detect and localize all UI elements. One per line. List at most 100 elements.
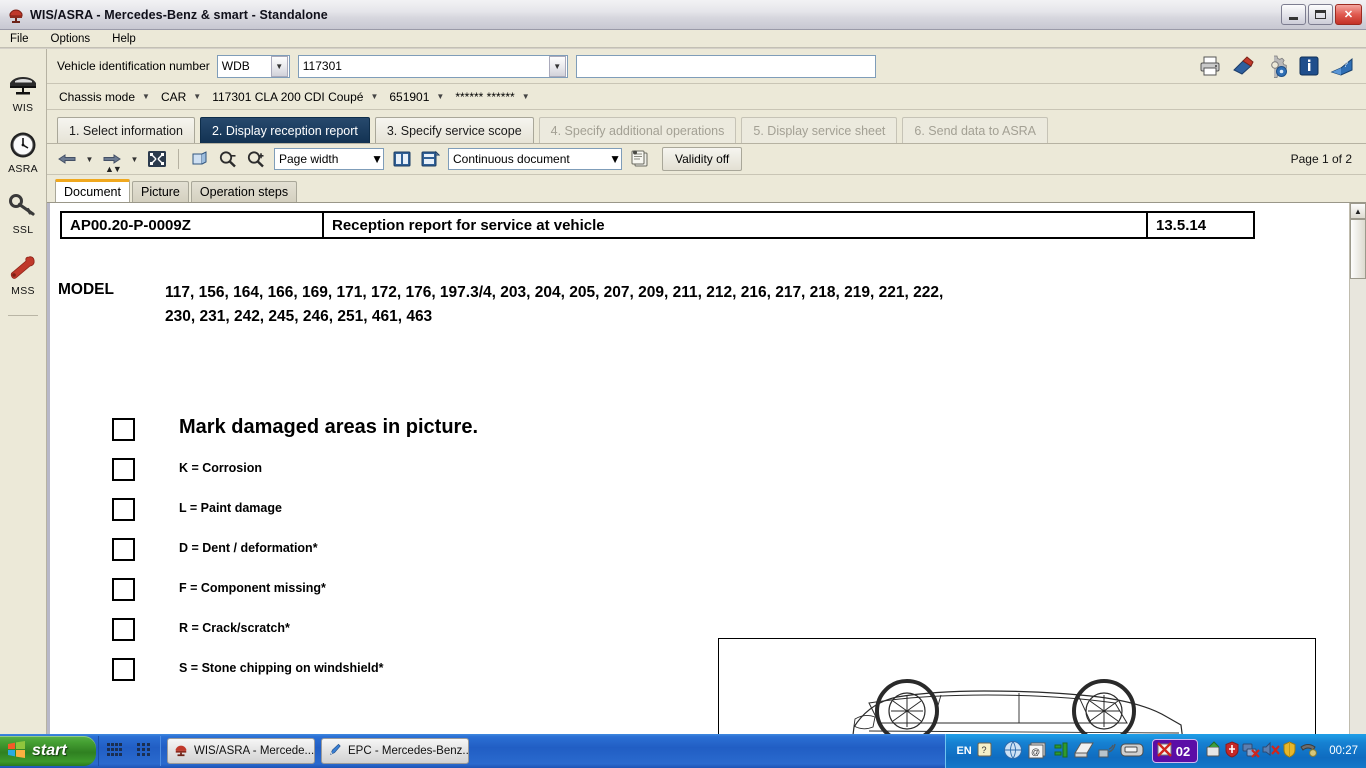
chassis-engine[interactable]: 651901 xyxy=(389,90,429,104)
scrollbar-thumb[interactable] xyxy=(1350,219,1366,279)
chassis-mode-label[interactable]: Chassis mode xyxy=(59,90,135,104)
taskbar-item-epc[interactable]: EPC - Mercedes-Benz... xyxy=(321,738,469,764)
zoom-in-icon[interactable] xyxy=(244,147,268,171)
tab-specify-additional-operations: 4. Specify additional operations xyxy=(539,117,737,143)
vin-prefix-select[interactable]: WDB ▼ xyxy=(217,55,290,78)
menu-item-options[interactable]: Options xyxy=(51,33,91,45)
fit-page-icon[interactable] xyxy=(145,147,169,171)
document-tab-strip: ▲▼ Document Picture Operation steps xyxy=(47,175,1366,202)
module-rail: WIS ASRA SSL xyxy=(0,49,47,734)
zoom-out-icon[interactable] xyxy=(216,147,240,171)
window-title-bar: WIS/ASRA - Mercedes-Benz & smart - Stand… xyxy=(0,0,1366,30)
tab-picture[interactable]: Picture xyxy=(132,181,189,202)
svg-text:?: ? xyxy=(1344,60,1349,69)
tab-specify-service-scope[interactable]: 3. Specify service scope xyxy=(375,117,534,143)
no-entry-icon xyxy=(1156,741,1173,761)
security-shield-icon[interactable] xyxy=(1224,741,1240,761)
window-switch-icon[interactable] xyxy=(137,742,152,761)
scroll-up-button[interactable]: ▲ xyxy=(1350,203,1366,219)
zoom-level-value: Page width xyxy=(275,152,371,166)
rail-item-wis[interactable]: WIS xyxy=(0,67,47,114)
checklist-item-label: K = Corrosion xyxy=(179,461,262,475)
rail-item-asra[interactable]: ASRA xyxy=(0,128,47,175)
taskbar-item-label: EPC - Mercedes-Benz... xyxy=(348,745,469,757)
tab-select-information[interactable]: 1. Select information xyxy=(57,117,195,143)
notes-icon[interactable] xyxy=(628,147,652,171)
vin-extra-input[interactable] xyxy=(576,55,876,78)
rail-item-mss[interactable]: MSS xyxy=(0,250,47,297)
chevron-down-icon[interactable]: ▼ xyxy=(434,92,450,101)
print-icon[interactable] xyxy=(1198,54,1222,78)
checkbox-paint-damage[interactable] xyxy=(112,498,135,521)
menu-item-file[interactable]: File xyxy=(10,33,29,45)
view-mode-select[interactable]: Continuous document ▼ xyxy=(448,148,622,170)
taskbar-clock[interactable]: 00:27 xyxy=(1329,745,1358,757)
vin-input[interactable]: 117301 ▼ xyxy=(298,55,568,78)
tab-display-reception-report[interactable]: 2. Display reception report xyxy=(200,117,370,143)
document-area: AP00.20-P-0009Z Reception report for ser… xyxy=(47,202,1366,734)
minimize-button[interactable] xyxy=(1281,4,1306,25)
page-indicator: Page 1 of 2 xyxy=(1291,152,1366,166)
help-book-icon[interactable]: ? xyxy=(1330,54,1354,78)
chevron-down-icon[interactable]: ▼ xyxy=(520,92,536,101)
info-icon[interactable] xyxy=(1297,54,1321,78)
zoom-level-select[interactable]: Page width ▼ xyxy=(274,148,384,170)
sync-icon[interactable] xyxy=(1205,741,1222,761)
back-arrow-icon[interactable] xyxy=(55,147,79,171)
scrollbar-track[interactable] xyxy=(1350,219,1366,734)
chassis-model[interactable]: 117301 CLA 200 CDI Coupé xyxy=(212,90,363,104)
phone-icon[interactable] xyxy=(1299,741,1318,761)
language-indicator[interactable]: EN ? xyxy=(956,742,991,760)
counter-badge[interactable]: 02 xyxy=(1152,739,1198,763)
document-scrollbar[interactable]: ▲ xyxy=(1349,203,1366,734)
rail-label-mss: MSS xyxy=(11,285,35,297)
wireless-icon[interactable] xyxy=(1097,740,1117,763)
checkbox-dent-deformation[interactable] xyxy=(112,538,135,561)
eraser-icon[interactable] xyxy=(1231,54,1255,78)
vin-label: Vehicle identification number xyxy=(57,59,210,73)
vehicle-diagram xyxy=(718,638,1316,734)
settings-gear-icon[interactable] xyxy=(1264,54,1288,78)
chevron-down-icon[interactable]: ▼ xyxy=(140,92,156,101)
volume-muted-icon[interactable] xyxy=(1262,741,1280,761)
help-tray-icon[interactable]: ? xyxy=(977,742,992,760)
network-disconnected-icon[interactable] xyxy=(1242,741,1260,761)
disk-icon[interactable] xyxy=(1073,740,1095,763)
maximize-button[interactable] xyxy=(1308,4,1333,25)
start-button[interactable]: start xyxy=(0,736,96,766)
rail-item-ssl[interactable]: SSL xyxy=(0,189,47,236)
checkbox-component-missing[interactable] xyxy=(112,578,135,601)
chevron-down-icon: ▼ xyxy=(549,56,566,77)
splitter-collapse-icon[interactable]: ▲▼ xyxy=(105,164,121,174)
defender-icon[interactable] xyxy=(1282,741,1297,761)
tab-operation-steps[interactable]: Operation steps xyxy=(191,181,297,202)
rotate-icon[interactable] xyxy=(188,147,212,171)
show-desktop-icon[interactable] xyxy=(107,742,129,761)
validity-toggle-button[interactable]: Validity off xyxy=(662,147,742,171)
quick-launch-bar xyxy=(98,736,161,766)
tab-document[interactable]: Document xyxy=(55,179,130,202)
chassis-vehicle-type[interactable]: CAR xyxy=(161,90,186,104)
close-button[interactable]: ✕ xyxy=(1335,4,1362,25)
checkbox-mark-damaged-areas[interactable] xyxy=(112,418,135,441)
chevron-down-icon[interactable]: ▼ xyxy=(191,92,207,101)
checkbox-crack-scratch[interactable] xyxy=(112,618,135,641)
chassis-extra[interactable]: ****** ****** xyxy=(455,90,514,104)
scanner-icon[interactable] xyxy=(1119,740,1145,763)
back-history-caret-icon[interactable]: ▼ xyxy=(83,148,96,170)
taskbar-item-label: WIS/ASRA - Mercede... xyxy=(194,745,314,757)
checklist-item: L = Paint damage xyxy=(112,498,712,538)
facing-page-icon[interactable] xyxy=(418,147,442,171)
chevron-down-icon[interactable]: ▼ xyxy=(368,92,384,101)
usb-icon[interactable] xyxy=(1051,740,1071,763)
email-icon[interactable]: @ xyxy=(1027,739,1049,764)
forward-history-caret-icon[interactable]: ▼ xyxy=(128,148,141,170)
checkbox-stone-chipping[interactable] xyxy=(112,658,135,681)
single-page-icon[interactable] xyxy=(390,147,414,171)
menu-item-help[interactable]: Help xyxy=(112,33,136,45)
network-icon[interactable] xyxy=(1003,739,1025,764)
rail-label-asra: ASRA xyxy=(8,163,38,175)
checkbox-corrosion[interactable] xyxy=(112,458,135,481)
rail-label-wis: WIS xyxy=(13,102,34,114)
taskbar-item-wisasra[interactable]: WIS/ASRA - Mercede... xyxy=(167,738,315,764)
